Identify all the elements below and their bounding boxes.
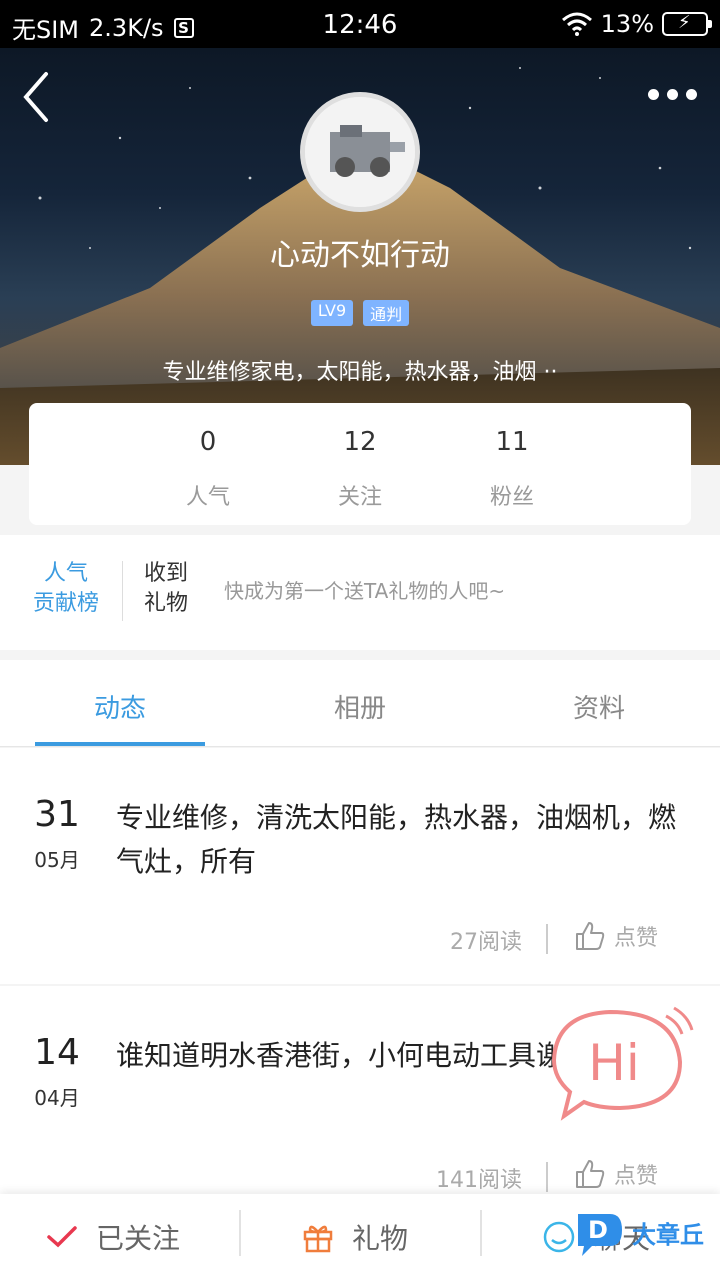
watermark: D 大章丘 <box>570 1206 704 1258</box>
follow-label: 已关注 <box>96 1222 181 1255</box>
status-right: 13% ⚡ <box>561 10 712 38</box>
received-line1: 收到 <box>144 561 189 586</box>
stat-label: 粉丝 <box>489 485 534 510</box>
tab-album[interactable]: 相册 <box>275 688 445 725</box>
avatar-image <box>305 97 415 207</box>
thumbs-up-icon <box>576 922 605 950</box>
follow-button[interactable]: 已关注 <box>46 1194 180 1280</box>
status-bar: 无SIM 2.3K/s S 12:46 13% ⚡ <box>0 0 720 48</box>
post-day: 31 <box>34 794 80 835</box>
tab-bar: 动态 相册 资料 <box>0 660 720 747</box>
gift-icon <box>303 1225 333 1253</box>
stat-value: 0 <box>199 427 217 457</box>
gift-hint[interactable]: 快成为第一个送TA礼物的人吧~ <box>224 575 505 604</box>
bio[interactable]: 专业维修家电，太阳能，热水器，油烟 ·· <box>0 354 720 386</box>
post-month: 04月 <box>34 1086 80 1110</box>
post-item[interactable]: 31 05月 专业维修，清洗太阳能，热水器，油烟机，燃气灶，所有 27阅读 点赞 <box>0 748 720 984</box>
level-badge: LV9 <box>310 300 354 326</box>
battery-percent: 13% <box>600 10 654 38</box>
stat-label: 关注 <box>337 485 382 510</box>
hi-greeting-bubble[interactable]: Hi <box>548 1004 698 1122</box>
tab-profile-info[interactable]: 资料 <box>514 688 684 725</box>
post-month: 05月 <box>34 848 80 872</box>
rank-line2: 贡献榜 <box>32 591 99 616</box>
received-line2: 礼物 <box>144 591 189 616</box>
watermark-logo-icon: D <box>578 1214 622 1256</box>
stat-value: 11 <box>495 427 529 457</box>
active-tab-indicator <box>35 742 205 746</box>
hi-text: Hi <box>588 1034 640 1092</box>
post-text[interactable]: 专业维修，清洗太阳能，热水器，油烟机，燃气灶，所有 <box>116 796 676 884</box>
wifi-icon <box>561 12 592 36</box>
post-read-count: 141阅读 <box>436 1168 522 1193</box>
gift-label: 礼物 <box>352 1222 409 1255</box>
like-button[interactable]: 点赞 <box>574 1158 658 1190</box>
divider <box>546 924 548 954</box>
tab-moments[interactable]: 动态 <box>35 688 205 725</box>
role-badge: 通判 <box>363 300 410 326</box>
divider <box>239 1210 241 1256</box>
like-button[interactable]: 点赞 <box>574 920 658 952</box>
popularity-ranking-link[interactable]: 人气 贡献榜 <box>26 559 106 619</box>
post-read-count: 27阅读 <box>450 930 522 955</box>
stat-value: 12 <box>343 427 377 457</box>
like-label: 点赞 <box>614 1164 659 1189</box>
divider <box>122 561 123 621</box>
back-icon[interactable] <box>18 70 58 124</box>
gift-button[interactable]: 礼物 <box>302 1194 408 1280</box>
stat-label: 人气 <box>185 485 230 510</box>
watermark-text: 大章丘 <box>632 1220 704 1249</box>
stat-popularity[interactable]: 0 人气 <box>148 427 268 511</box>
thumbs-up-icon <box>576 1160 605 1188</box>
svg-text:D: D <box>588 1216 608 1244</box>
check-icon <box>47 1226 77 1248</box>
received-gifts-label: 收到 礼物 <box>144 559 204 619</box>
battery-icon: ⚡ <box>662 12 712 36</box>
stat-fans[interactable]: 11 粉丝 <box>452 427 572 511</box>
rank-line1: 人气 <box>43 561 88 586</box>
gift-section: 人气 贡献榜 收到 礼物 快成为第一个送TA礼物的人吧~ <box>0 535 720 650</box>
stats-card: 0 人气 12 关注 11 粉丝 <box>29 403 691 525</box>
post-day: 14 <box>34 1032 80 1073</box>
like-label: 点赞 <box>614 926 659 951</box>
divider <box>546 1162 548 1192</box>
username: 心动不如行动 <box>270 238 450 273</box>
badges: LV9 通判 <box>0 300 720 326</box>
more-options-icon[interactable] <box>648 84 698 104</box>
avatar[interactable] <box>300 92 420 212</box>
stat-following[interactable]: 12 关注 <box>300 427 420 511</box>
divider <box>480 1210 482 1256</box>
